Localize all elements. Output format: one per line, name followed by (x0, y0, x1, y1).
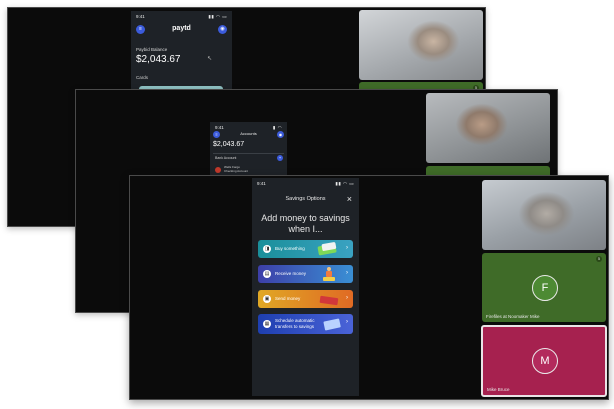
signal-icon: ▮▮ ◠ ▭ (208, 14, 227, 19)
add-icon[interactable]: + (277, 155, 283, 161)
account-type: Checking Account (224, 168, 249, 173)
chevron-right-icon: › (346, 319, 348, 325)
participant-count-badge: 5 (596, 256, 602, 262)
balance-value: $2,043.67 (136, 54, 181, 65)
balance-label: Paybid Balance (136, 47, 168, 52)
avatar: M (532, 348, 558, 374)
bank-icon (215, 167, 221, 173)
option-buy-something[interactable]: ◨ Buy something › (258, 240, 353, 258)
status-bar: 9:41 ▮▮ ◠ ▭ (257, 181, 354, 187)
participant-video-tile[interactable] (359, 10, 483, 80)
chevron-right-icon: › (346, 295, 348, 301)
option-label: Send money (275, 296, 301, 301)
heading-line-2: when I... (288, 224, 323, 234)
option-send-money[interactable]: ▣ Send money › (258, 290, 353, 308)
section-label: Bank Account (215, 156, 237, 160)
close-icon[interactable]: × (347, 194, 352, 204)
chevron-right-icon: › (346, 245, 348, 251)
cursor-icon: ↖ (207, 56, 213, 62)
screen-title: Savings Options (285, 196, 326, 202)
divider (213, 153, 284, 154)
profile-icon[interactable]: ◉ (218, 25, 227, 34)
option-receive-money[interactable]: ▤ Receive money › (258, 265, 353, 283)
wallet-icon: ▤ (263, 270, 271, 278)
cards-label: Cards (136, 75, 149, 80)
participant-tile-f[interactable]: 5 F Firefiles at Noomaker Mike (482, 253, 606, 322)
calendar-icon: ▦ (263, 320, 271, 328)
participant-name: Firefiles at Noomaker Mike (486, 314, 540, 319)
app-logo: paytd (172, 25, 191, 32)
bag-icon: ◨ (263, 245, 271, 253)
chevron-right-icon: › (346, 270, 348, 276)
shared-screen-phone: 9:41 ▮▮ ◠ ▭ ≡ paytd ◉ Paybid Balance $2,… (131, 11, 232, 94)
screen-title: Accounts (240, 131, 257, 136)
option-label: Buy something (275, 246, 305, 251)
participant-video-tile[interactable] (426, 93, 550, 163)
card-illustration-icon (317, 242, 337, 256)
person-illustration-icon (323, 267, 335, 281)
participant-video-tile[interactable] (482, 180, 606, 250)
option-label: Receive money (275, 271, 307, 276)
shared-screen-phone: 9:41 ▮▮ ◠ ▭ Savings Options × Add money … (252, 178, 359, 396)
send-icon: ▣ (263, 295, 271, 303)
signal-icon: ▮▮ ◠ ▭ (335, 181, 354, 186)
participant-tile-m[interactable]: M Mike Bruce (481, 325, 607, 397)
avatar: F (532, 275, 558, 301)
cash-illustration-icon (319, 295, 339, 306)
ticket-illustration-icon (323, 318, 341, 331)
status-time: 9:41 (136, 14, 145, 19)
status-time: 9:41 (215, 125, 224, 130)
heading-line-1: Add money to savings (261, 213, 350, 223)
status-time: 9:41 (257, 181, 266, 186)
status-bar: 9:41 ▮▮ ◠ ▭ (136, 14, 227, 20)
option-schedule-transfers[interactable]: ▦ Schedule automatic transfers to saving… (258, 314, 353, 334)
savings-heading: Add money to savings when I... (260, 213, 351, 235)
profile-icon[interactable]: ◉ (277, 131, 284, 138)
balance-value: $2,043.67 (213, 141, 245, 148)
meeting-window-front: 9:41 ▮▮ ◠ ▭ Savings Options × Add money … (129, 175, 609, 400)
participant-name: Mike Bruce (487, 387, 510, 392)
